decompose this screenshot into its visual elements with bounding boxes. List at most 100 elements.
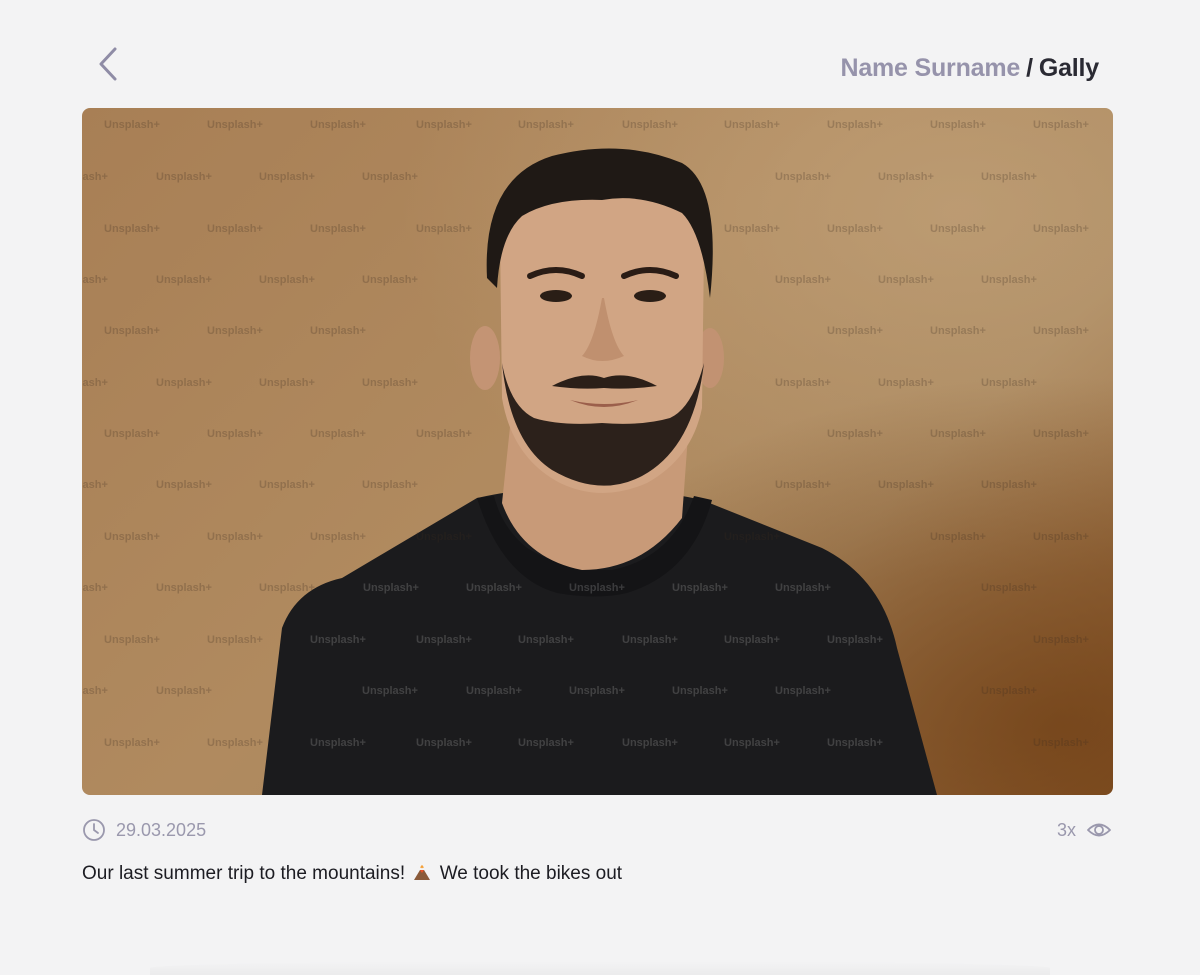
svg-text:Unsplash+: Unsplash+ [416, 119, 472, 131]
svg-text:Unsplash+: Unsplash+ [981, 377, 1037, 389]
svg-text:Unsplash+: Unsplash+ [104, 428, 160, 440]
svg-text:Unsplash+: Unsplash+ [104, 119, 160, 131]
svg-text:Unsplash+: Unsplash+ [827, 737, 883, 749]
svg-text:Unsplash+: Unsplash+ [569, 685, 625, 697]
svg-text:Unsplash+: Unsplash+ [82, 685, 108, 697]
breadcrumb-separator: / [1026, 53, 1033, 82]
svg-text:Unsplash+: Unsplash+ [156, 274, 212, 286]
breadcrumb-album-name: Gally [1038, 53, 1099, 82]
svg-text:Unsplash+: Unsplash+ [930, 325, 986, 337]
svg-text:Unsplash+: Unsplash+ [207, 223, 263, 235]
svg-text:Unsplash+: Unsplash+ [518, 119, 574, 131]
svg-text:Unsplash+: Unsplash+ [878, 479, 934, 491]
svg-text:Unsplash+: Unsplash+ [1033, 223, 1089, 235]
svg-text:Unsplash+: Unsplash+ [981, 171, 1037, 183]
svg-text:Unsplash+: Unsplash+ [518, 634, 574, 646]
chevron-left-icon [99, 47, 117, 81]
bottom-shadow [150, 961, 1050, 975]
svg-text:Unsplash+: Unsplash+ [310, 531, 366, 543]
svg-text:Unsplash+: Unsplash+ [207, 119, 263, 131]
svg-text:Unsplash+: Unsplash+ [775, 171, 831, 183]
svg-text:Unsplash+: Unsplash+ [1033, 325, 1089, 337]
svg-text:Unsplash+: Unsplash+ [775, 479, 831, 491]
svg-text:Unsplash+: Unsplash+ [981, 274, 1037, 286]
svg-text:Unsplash+: Unsplash+ [310, 325, 366, 337]
svg-text:Unsplash+: Unsplash+ [1033, 428, 1089, 440]
svg-text:Unsplash+: Unsplash+ [827, 634, 883, 646]
svg-text:Unsplash+: Unsplash+ [310, 428, 366, 440]
svg-text:Unsplash+: Unsplash+ [827, 223, 883, 235]
svg-text:Unsplash+: Unsplash+ [259, 171, 315, 183]
svg-text:Unsplash+: Unsplash+ [82, 582, 108, 594]
svg-text:Unsplash+: Unsplash+ [156, 377, 212, 389]
svg-text:Unsplash+: Unsplash+ [310, 223, 366, 235]
svg-text:Unsplash+: Unsplash+ [878, 377, 934, 389]
post-views-count: 3x [1056, 819, 1076, 840]
svg-text:Unsplash+: Unsplash+ [82, 171, 108, 183]
svg-text:Unsplash+: Unsplash+ [930, 428, 986, 440]
svg-text:Unsplash+: Unsplash+ [104, 223, 160, 235]
svg-text:Unsplash+: Unsplash+ [310, 737, 366, 749]
post-caption: Our last summer trip to the mountains! W… [82, 862, 622, 888]
svg-text:Unsplash+: Unsplash+ [416, 428, 472, 440]
svg-text:Unsplash+: Unsplash+ [82, 377, 108, 389]
svg-text:Unsplash+: Unsplash+ [259, 377, 315, 389]
svg-text:Unsplash+: Unsplash+ [672, 582, 728, 594]
caption-text-start: Our last summer trip to the mountains! [82, 863, 406, 884]
svg-text:Unsplash+: Unsplash+ [416, 531, 472, 543]
svg-text:Unsplash+: Unsplash+ [362, 479, 418, 491]
post-date-text: 29.03.2025 [116, 819, 207, 840]
post-views: 3x [1057, 816, 1112, 844]
svg-text:Unsplash+: Unsplash+ [104, 737, 160, 749]
svg-text:Unsplash+: Unsplash+ [104, 634, 160, 646]
svg-text:Unsplash+: Unsplash+ [724, 634, 780, 646]
svg-text:Unsplash+: Unsplash+ [82, 274, 108, 286]
svg-text:Unsplash+: Unsplash+ [466, 582, 522, 594]
svg-text:Unsplash+: Unsplash+ [775, 274, 831, 286]
post-date: 29.03.2025 [82, 816, 206, 844]
svg-text:Unsplash+: Unsplash+ [878, 171, 934, 183]
svg-text:Unsplash+: Unsplash+ [672, 685, 728, 697]
svg-text:Unsplash+: Unsplash+ [775, 685, 831, 697]
svg-text:Unsplash+: Unsplash+ [1033, 531, 1089, 543]
svg-text:Unsplash+: Unsplash+ [827, 119, 883, 131]
post-detail-page: Name Surname / Gally Unsplash+ Unsplash+… [0, 0, 1200, 975]
volcano-emoji-icon [412, 862, 432, 888]
clock-icon [82, 818, 106, 842]
svg-text:Unsplash+: Unsplash+ [362, 377, 418, 389]
svg-text:Unsplash+: Unsplash+ [82, 479, 108, 491]
svg-text:Unsplash+: Unsplash+ [104, 325, 160, 337]
svg-text:Unsplash+: Unsplash+ [259, 582, 315, 594]
back-button[interactable] [86, 42, 130, 86]
breadcrumb-owner-link[interactable]: Name Surname [840, 54, 1020, 83]
svg-text:Unsplash+: Unsplash+ [259, 274, 315, 286]
caption-text-end: We took the bikes out [439, 863, 623, 884]
svg-text:Unsplash+: Unsplash+ [981, 582, 1037, 594]
svg-text:Unsplash+: Unsplash+ [207, 325, 263, 337]
svg-text:Unsplash+: Unsplash+ [724, 531, 780, 543]
svg-text:Unsplash+: Unsplash+ [104, 531, 160, 543]
svg-text:Unsplash+: Unsplash+ [466, 685, 522, 697]
svg-text:Unsplash+: Unsplash+ [259, 479, 315, 491]
svg-text:Unsplash+: Unsplash+ [156, 685, 212, 697]
svg-text:Unsplash+: Unsplash+ [930, 119, 986, 131]
svg-text:Unsplash+: Unsplash+ [1033, 634, 1089, 646]
svg-text:Unsplash+: Unsplash+ [569, 582, 625, 594]
svg-text:Unsplash+: Unsplash+ [1033, 737, 1089, 749]
svg-text:Unsplash+: Unsplash+ [362, 274, 418, 286]
svg-text:Unsplash+: Unsplash+ [981, 479, 1037, 491]
svg-text:Unsplash+: Unsplash+ [362, 685, 418, 697]
svg-text:Unsplash+: Unsplash+ [930, 531, 986, 543]
svg-text:Unsplash+: Unsplash+ [1033, 119, 1089, 131]
svg-text:Unsplash+: Unsplash+ [362, 171, 418, 183]
breadcrumb: Name Surname / Gally [840, 50, 1099, 86]
portrait-photo-image: Unsplash+ Unsplash+ Unsplash+ Unsplash+ Unsp… [82, 119, 1089, 795]
post-photo[interactable]: Unsplash+ Unsplash+ Unsplash+ Unsplash+ Unsp… [82, 108, 1113, 795]
svg-text:Unsplash+: Unsplash+ [775, 582, 831, 594]
svg-text:Unsplash+: Unsplash+ [930, 223, 986, 235]
svg-text:Unsplash+: Unsplash+ [827, 325, 883, 337]
svg-text:Unsplash+: Unsplash+ [724, 737, 780, 749]
svg-text:Unsplash+: Unsplash+ [207, 531, 263, 543]
svg-text:Unsplash+: Unsplash+ [207, 634, 263, 646]
svg-text:Unsplash+: Unsplash+ [981, 685, 1037, 697]
